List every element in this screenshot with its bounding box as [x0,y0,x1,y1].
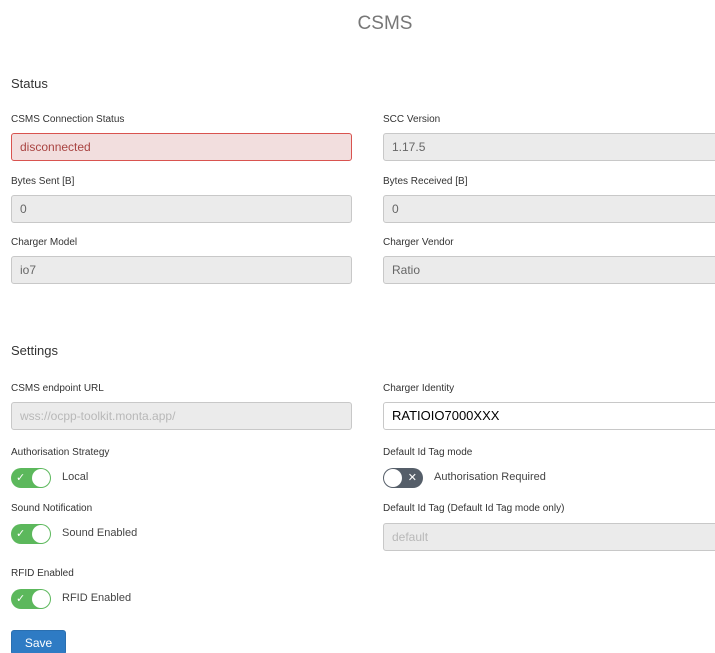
charger-identity-label: Charger Identity [383,383,455,394]
default-id-tag-mode-label: Default Id Tag mode [383,447,473,458]
save-button[interactable]: Save [11,630,66,653]
status-heading: Status [11,76,48,91]
sound-notification-toggle[interactable]: ✓ [11,524,51,544]
endpoint-url-label: CSMS endpoint URL [11,383,104,394]
sound-notification-toggle-label: Sound Enabled [62,527,138,539]
authorisation-strategy-label: Authorisation Strategy [11,447,110,458]
toggle-knob [32,525,50,543]
toggle-knob [32,469,50,487]
default-id-tag-label: Default Id Tag (Default Id Tag mode only… [383,503,565,514]
bytes-received-field: 0 [383,195,715,223]
connection-status-field: disconnected [11,133,352,161]
scc-version-label: SCC Version [383,114,441,125]
default-id-tag-mode-toggle-label: Authorisation Required [434,471,546,483]
charger-vendor-field: Ratio [383,256,715,284]
charger-model-label: Charger Model [11,237,78,248]
charger-vendor-label: Charger Vendor [383,237,454,248]
rfid-enabled-toggle[interactable]: ✓ [11,589,51,609]
bytes-sent-label: Bytes Sent [B] [11,176,75,187]
rfid-enabled-label: RFID Enabled [11,568,74,579]
bytes-received-label: Bytes Received [B] [383,176,468,187]
rfid-enabled-toggle-label: RFID Enabled [62,592,132,604]
endpoint-url-input[interactable]: wss://ocpp-toolkit.monta.app/ [11,402,352,430]
default-id-tag-input[interactable]: default [383,523,715,551]
connection-status-label: CSMS Connection Status [11,114,125,125]
sound-notification-label: Sound Notification [11,503,93,514]
cross-icon: ✕ [407,472,417,484]
charger-model-field: io7 [11,256,352,284]
toggle-knob [32,590,50,608]
charger-identity-input[interactable]: RATIOIO7000XXX [383,402,715,430]
settings-heading: Settings [11,343,58,358]
check-icon: ✓ [16,528,26,540]
page-title: CSMS [357,13,413,34]
default-id-tag-mode-toggle[interactable]: ✕ [383,468,423,488]
authorisation-strategy-toggle[interactable]: ✓ [11,468,51,488]
check-icon: ✓ [16,472,26,484]
csms-page: CSMS Status CSMS Connection Status disco… [0,0,715,653]
scc-version-field: 1.17.5 [383,133,715,161]
toggle-knob [384,469,402,487]
check-icon: ✓ [16,593,26,605]
bytes-sent-field: 0 [11,195,352,223]
authorisation-strategy-toggle-label: Local [62,471,89,483]
